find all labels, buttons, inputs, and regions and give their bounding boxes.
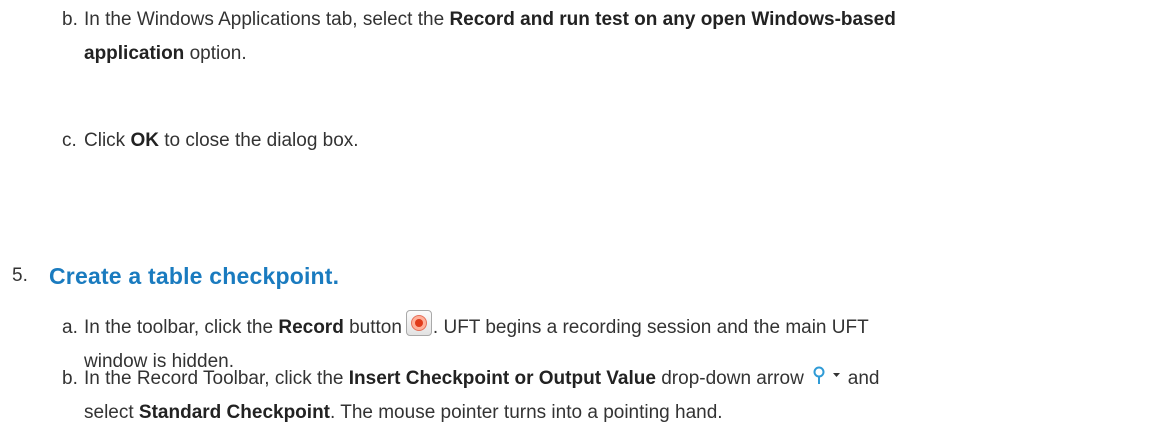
- button-name: OK: [130, 130, 159, 151]
- step5-heading: 5. Create a table checkpoint.: [12, 256, 339, 296]
- list-marker: c.: [62, 130, 77, 151]
- step-number: 5.: [12, 265, 28, 286]
- step5-substep-b: b. In the Record Toolbar, click the Inser…: [62, 362, 1142, 430]
- text: In the Record Toolbar, click the: [84, 368, 349, 389]
- option-name-cont: application: [84, 43, 185, 64]
- option-name: Record and run test on any open Windows-…: [449, 9, 896, 30]
- record-icon: [405, 310, 432, 336]
- text: option.: [184, 43, 247, 64]
- list-marker: b.: [62, 368, 78, 389]
- control-name: Insert Checkpoint or Output Value: [348, 368, 656, 389]
- text: Click: [84, 130, 131, 151]
- text: . UFT begins a recording session and the…: [432, 317, 869, 338]
- text: and: [847, 368, 880, 389]
- list-marker: a.: [62, 317, 78, 338]
- step-title: Create a table checkpoint.: [49, 262, 340, 289]
- checkpoint-dropdown-icon: [813, 366, 840, 384]
- text: to close the dialog box.: [158, 130, 359, 151]
- text: In the Windows Applications tab, select …: [84, 9, 450, 30]
- text: . The mouse pointer turns into a pointin…: [330, 402, 723, 423]
- menu-option-name: Standard Checkpoint: [138, 402, 330, 423]
- list-marker: b.: [62, 9, 78, 30]
- step4-substep-c: c. Click OK to close the dialog box.: [62, 124, 1142, 158]
- text: In the toolbar, click the: [84, 317, 279, 338]
- text: drop-down arrow: [655, 368, 804, 389]
- text: select: [84, 402, 139, 423]
- text: button: [343, 317, 402, 338]
- button-name: Record: [278, 317, 344, 338]
- step4-substep-b: b. In the Windows Applications tab, selec…: [62, 3, 1142, 71]
